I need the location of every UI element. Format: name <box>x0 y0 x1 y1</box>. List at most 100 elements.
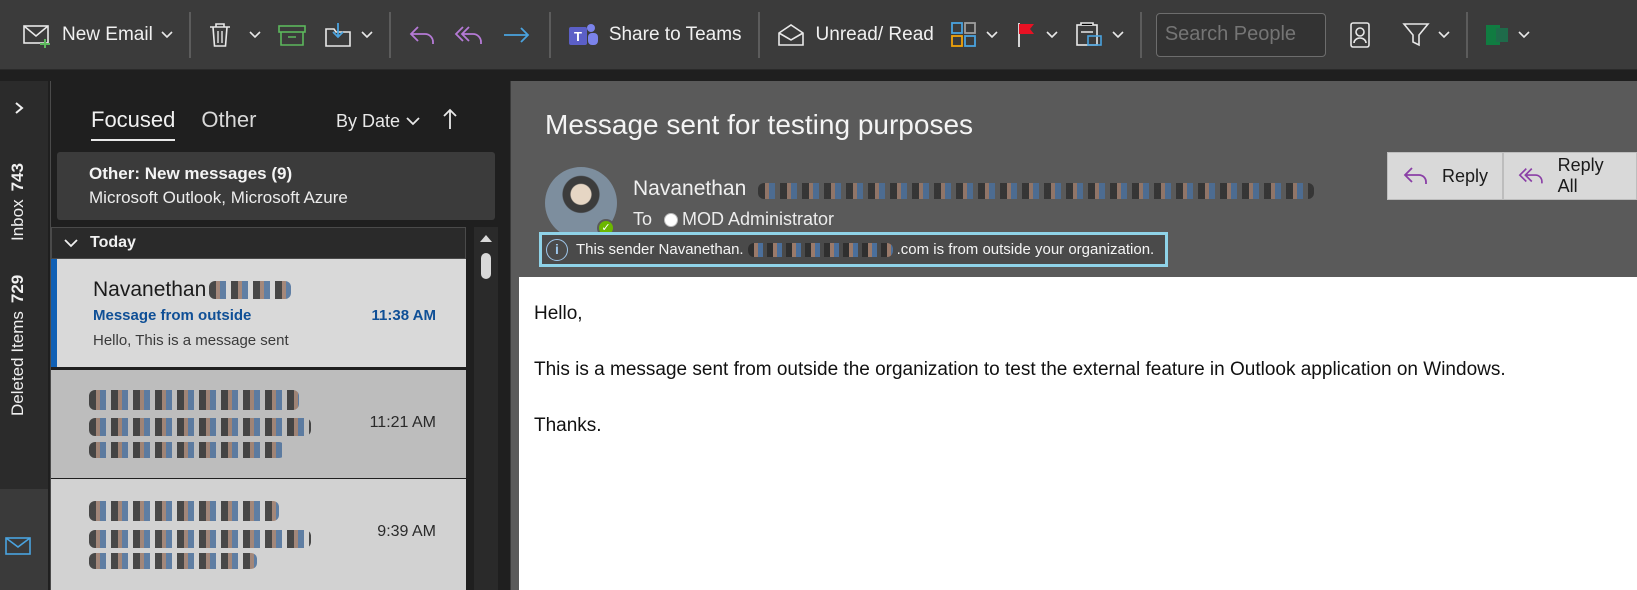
mail-icon[interactable] <box>5 536 31 556</box>
address-book-button[interactable] <box>1340 12 1380 58</box>
reply-all-icon <box>453 22 485 48</box>
message-preview: Hello, This is a message sent <box>93 332 289 349</box>
archive-icon <box>277 22 307 48</box>
ribbon: New Email T Share to Teams Unread/ Read … <box>0 0 1637 70</box>
body-paragraph: This is a message sent from outside the … <box>534 359 1506 380</box>
message-list-scrollbar[interactable] <box>474 227 498 590</box>
reply-button[interactable]: Reply <box>1387 152 1504 200</box>
message-time: 9:39 AM <box>377 523 436 540</box>
teams-icon: T <box>567 21 599 49</box>
address-book-icon <box>1348 21 1372 49</box>
reply-label: Reply <box>1442 165 1489 186</box>
forward-button[interactable] <box>493 12 541 58</box>
sender-name[interactable]: Navanethan <box>633 177 746 201</box>
categorize-button[interactable] <box>942 12 1006 58</box>
reply-actions: Reply Reply All <box>1387 152 1637 200</box>
svg-text:T: T <box>574 29 582 44</box>
search-people-input[interactable] <box>1155 12 1326 57</box>
chevron-down-icon[interactable] <box>986 30 998 39</box>
rail-deleted-label: Deleted Items <box>8 311 27 416</box>
redacted-text <box>747 242 893 257</box>
banner-title: Other: New messages (9) <box>89 164 293 183</box>
filter-icon <box>1402 21 1430 49</box>
chevron-down-icon[interactable] <box>1438 30 1450 39</box>
sort-direction-icon[interactable] <box>441 107 459 131</box>
reply-button[interactable] <box>399 12 445 58</box>
new-email-button[interactable]: New Email <box>14 12 181 58</box>
reply-all-button[interactable]: Reply All <box>1503 152 1637 200</box>
rail-deleted-count: 729 <box>8 274 27 304</box>
folder-rail-upper: Inbox 743 Deleted Items 729 <box>0 81 48 489</box>
list-item[interactable]: 11:21 AM <box>51 370 466 478</box>
group-header-today[interactable]: Today <box>51 227 466 259</box>
new-email-icon <box>22 22 52 48</box>
sort-by-label: By Date <box>336 111 401 131</box>
scroll-up-icon[interactable] <box>479 233 493 243</box>
list-item[interactable]: Navanethan Message from outside 11:38 AM… <box>51 259 466 367</box>
scrollbar-thumb[interactable] <box>481 253 491 279</box>
rules-button[interactable] <box>1066 12 1132 58</box>
flag-button[interactable] <box>1006 12 1066 58</box>
sort-by-button[interactable]: By Date <box>336 111 420 132</box>
rail-inbox-label: Inbox <box>8 199 27 241</box>
list-item[interactable]: 9:39 AM <box>51 479 466 590</box>
chevron-down-icon[interactable] <box>161 30 173 39</box>
message-body: Hello, This is a message sent from outsi… <box>519 277 1637 590</box>
rail-item-inbox[interactable]: Inbox 743 <box>8 163 28 241</box>
tab-other[interactable]: Other <box>201 107 256 141</box>
reply-icon <box>1403 167 1427 184</box>
share-to-teams-label: Share to Teams <box>608 23 742 45</box>
move-icon <box>323 21 353 49</box>
rail-item-deleted[interactable]: Deleted Items 729 <box>8 275 28 416</box>
recipient-name[interactable]: MOD Administrator <box>682 209 834 230</box>
warning-text-prefix: This sender Navanethan. <box>576 241 744 258</box>
other-new-messages-banner[interactable]: Other: New messages (9) Microsoft Outloo… <box>57 152 495 220</box>
chevron-down-icon[interactable] <box>1046 30 1058 39</box>
expand-rail-icon[interactable] <box>12 101 26 115</box>
flag-icon <box>1014 21 1038 49</box>
reply-all-button[interactable] <box>445 12 493 58</box>
ribbon-divider <box>1465 11 1468 58</box>
excel-addin-button[interactable] <box>1476 12 1538 58</box>
recipient-presence-icon <box>664 212 679 227</box>
redacted-text <box>89 501 279 521</box>
chevron-down-icon[interactable] <box>1112 30 1124 39</box>
group-header-label: Today <box>90 234 136 251</box>
ribbon-divider <box>1139 11 1142 58</box>
ribbon-divider <box>188 11 191 58</box>
chevron-down-icon <box>64 238 78 247</box>
excel-icon <box>1484 22 1510 48</box>
redacted-text <box>89 418 311 436</box>
ribbon-divider <box>388 11 391 58</box>
categorize-icon <box>950 21 978 49</box>
message-time: 11:38 AM <box>371 307 436 324</box>
forward-icon <box>501 22 533 48</box>
message-time: 11:21 AM <box>369 414 436 431</box>
delete-button[interactable] <box>199 12 269 58</box>
chevron-down-icon[interactable] <box>249 30 261 39</box>
move-button[interactable] <box>315 12 381 58</box>
tab-focused[interactable]: Focused <box>91 107 176 141</box>
archive-button[interactable] <box>269 12 315 58</box>
filter-button[interactable] <box>1394 12 1458 58</box>
unread-read-button[interactable]: Unread/ Read <box>768 12 942 58</box>
redacted-text <box>758 183 1314 199</box>
chevron-down-icon[interactable] <box>361 30 373 39</box>
ribbon-divider <box>548 11 551 58</box>
chevron-down-icon[interactable] <box>1518 30 1530 39</box>
body-paragraph: Thanks. <box>534 415 602 436</box>
redacted-text <box>89 553 257 569</box>
envelope-open-icon <box>776 22 806 48</box>
message-list: Focused Other By Date Other: New message… <box>50 81 508 590</box>
redacted-text <box>209 281 291 299</box>
inbox-tabs: Focused Other <box>91 107 256 141</box>
reading-pane: Message sent for testing purposes ✓ Nava… <box>510 81 1637 590</box>
share-to-teams-button[interactable]: T Share to Teams <box>559 12 750 58</box>
redacted-text <box>89 530 311 548</box>
warning-text-suffix: .com is from outside your organization. <box>896 241 1155 258</box>
delete-icon <box>207 21 233 49</box>
to-label: To <box>633 209 653 229</box>
undo-icon <box>407 22 437 48</box>
info-icon: i <box>546 238 568 261</box>
ribbon-divider <box>757 11 760 58</box>
